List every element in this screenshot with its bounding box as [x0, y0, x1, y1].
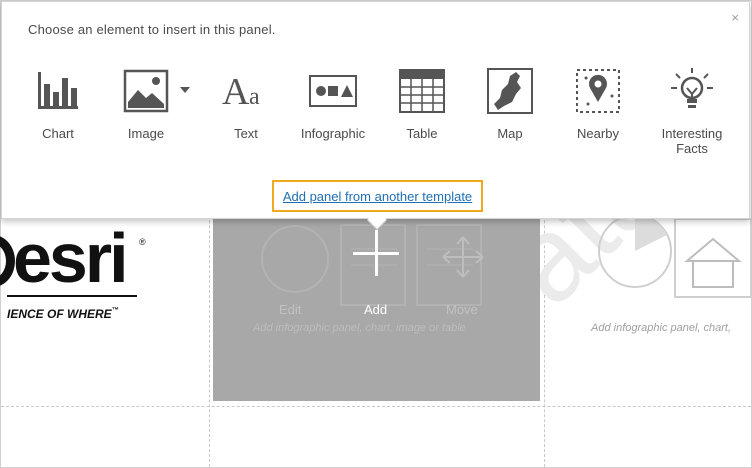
panel-hint: Add infographic panel, chart, image or t…: [253, 322, 466, 334]
table-icon: [399, 69, 445, 113]
tile-infographic[interactable]: Infographic: [294, 66, 372, 156]
tile-label: Map: [497, 126, 523, 141]
logo-tagline: IENCE OF WHERE™: [7, 307, 119, 321]
map-icon: [487, 68, 533, 114]
insert-element-popover: Choose an element to insert in this pane…: [1, 1, 750, 230]
logo-registered: ®: [139, 237, 146, 247]
empty-panel-hover[interactable]: Edit Add Move Add infographic panel, cha…: [213, 201, 540, 401]
tile-image[interactable]: Image: [112, 66, 180, 156]
logo-rule: [7, 295, 137, 297]
add-label[interactable]: Add: [364, 302, 387, 317]
move-label[interactable]: Move: [446, 302, 478, 317]
pencil-circle-icon: [261, 225, 329, 293]
bar-chart-icon: [38, 72, 78, 109]
caret-down-icon[interactable]: [179, 86, 191, 94]
svg-text:A: A: [222, 71, 250, 113]
logo-tagline-text: IENCE OF WHERE: [7, 307, 112, 321]
map-pin-icon: [576, 69, 620, 113]
move-arrows-icon: [442, 236, 484, 278]
tile-label: Nearby: [577, 126, 619, 141]
shapes-icon: [309, 75, 357, 107]
tile-interesting-facts[interactable]: Interesting Facts: [650, 66, 734, 156]
tile-label: Interesting Facts: [661, 126, 723, 156]
tile-label: Chart: [42, 126, 74, 141]
image-icon: [123, 69, 169, 113]
tile-text[interactable]: A a Text: [212, 66, 280, 156]
logo-trademark: ™: [111, 307, 119, 314]
highlight-box: Add panel from another template: [272, 180, 483, 212]
tile-label: Infographic: [300, 126, 366, 141]
tile-nearby[interactable]: Nearby: [564, 66, 632, 156]
lightbulb-icon: [671, 68, 713, 108]
row-divider: [1, 406, 751, 407]
close-icon[interactable]: ×: [731, 10, 739, 25]
popover-title: Choose an element to insert in this pane…: [28, 22, 276, 37]
tile-label: Table: [406, 126, 438, 141]
tile-label: Image: [127, 126, 165, 141]
add-plus-icon-v[interactable]: [375, 230, 378, 276]
svg-text:a: a: [249, 84, 260, 110]
right-panel-hint: Add infographic panel, chart,: [591, 322, 732, 334]
text-aa-icon: A a: [222, 71, 260, 113]
tile-label: Text: [234, 126, 258, 141]
tile-table[interactable]: Table: [388, 66, 456, 156]
tile-map[interactable]: Map: [476, 66, 544, 156]
edit-label[interactable]: Edit: [279, 302, 301, 317]
add-panel-from-template-link[interactable]: Add panel from another template: [283, 189, 472, 204]
esri-logo: esri ® IENCE OF WHERE™: [0, 215, 201, 325]
tile-chart[interactable]: Chart: [24, 66, 92, 156]
logo-wordmark: esri: [13, 219, 129, 297]
